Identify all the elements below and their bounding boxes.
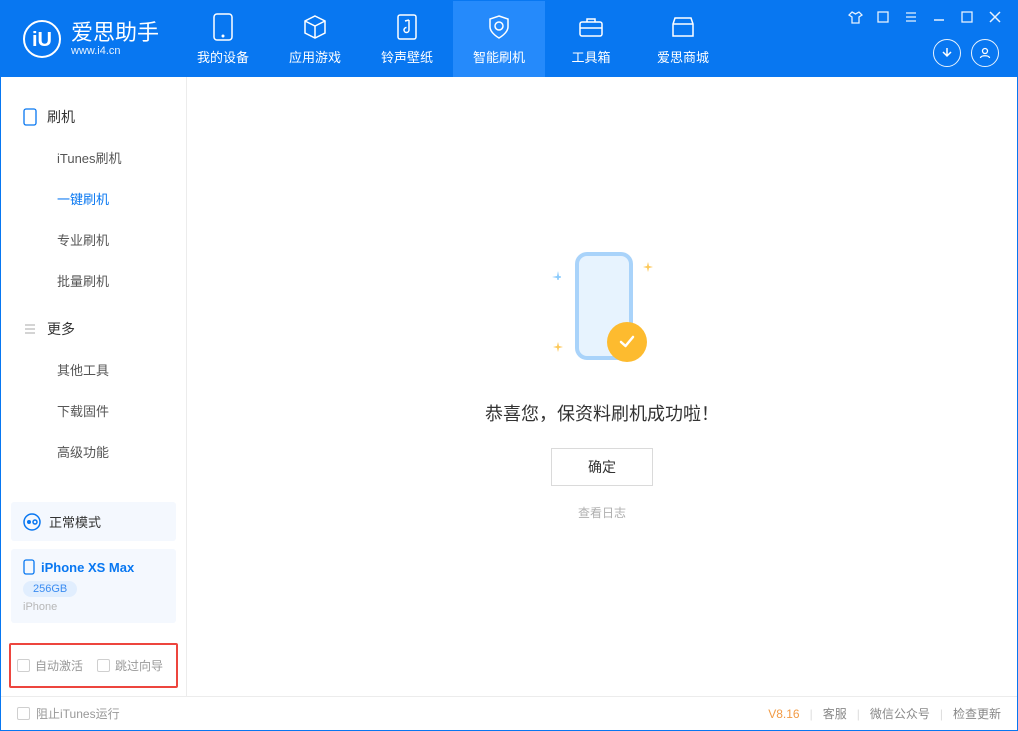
device-icon bbox=[209, 13, 237, 41]
footer: 阻止iTunes运行 V8.16 | 客服 | 微信公众号 | 检查更新 bbox=[1, 696, 1017, 730]
phone-icon bbox=[23, 559, 35, 575]
tab-label: 爱思商城 bbox=[657, 47, 709, 66]
minimize-icon[interactable] bbox=[931, 9, 947, 25]
close-icon[interactable] bbox=[987, 9, 1003, 25]
phone-icon bbox=[23, 108, 37, 126]
group-flash: 刷机 bbox=[1, 97, 186, 137]
brand-url: www.i4.cn bbox=[71, 45, 159, 57]
app-logo: iU 爱思助手 www.i4.cn bbox=[1, 20, 177, 58]
success-message: 恭喜您，保资料刷机成功啦！ bbox=[485, 400, 719, 426]
logo-icon: iU bbox=[23, 20, 61, 58]
tab-label: 铃声壁纸 bbox=[381, 47, 433, 66]
tab-ringtones[interactable]: 铃声壁纸 bbox=[361, 1, 453, 77]
cube-icon bbox=[301, 13, 329, 41]
checkbox-icon bbox=[97, 659, 110, 672]
view-log-link[interactable]: 查看日志 bbox=[578, 504, 626, 521]
sidebar-item-oneclick[interactable]: 一键刷机 bbox=[1, 178, 186, 219]
tab-label: 应用游戏 bbox=[289, 47, 341, 66]
menu-icon[interactable] bbox=[903, 9, 919, 25]
list-icon bbox=[23, 322, 37, 336]
success-illustration bbox=[547, 252, 657, 382]
group-label: 刷机 bbox=[47, 107, 75, 127]
sidebar: 刷机 iTunes刷机 一键刷机 专业刷机 批量刷机 更多 其他工具 下载固件 … bbox=[1, 77, 187, 696]
tab-toolbox[interactable]: 工具箱 bbox=[545, 1, 637, 77]
mode-status[interactable]: 正常模式 bbox=[11, 502, 176, 541]
sidebar-item-fw[interactable]: 下载固件 bbox=[1, 390, 186, 431]
user-icon[interactable] bbox=[971, 39, 999, 67]
checkbox-icon bbox=[17, 659, 30, 672]
checkbox-block-itunes[interactable]: 阻止iTunes运行 bbox=[17, 705, 120, 722]
sidebar-item-adv[interactable]: 高级功能 bbox=[1, 431, 186, 472]
brand-name: 爱思助手 bbox=[71, 21, 159, 45]
version-label: V8.16 bbox=[768, 707, 799, 721]
footer-update[interactable]: 检查更新 bbox=[953, 705, 1001, 722]
sparkle-icon bbox=[553, 342, 563, 352]
checkbox-skip-guide[interactable]: 跳过向导 bbox=[97, 657, 163, 674]
mode-label: 正常模式 bbox=[49, 512, 101, 531]
device-info[interactable]: iPhone XS Max 256GB iPhone bbox=[11, 549, 176, 623]
device-name-label: iPhone XS Max bbox=[41, 560, 134, 575]
download-icon[interactable] bbox=[933, 39, 961, 67]
device-capacity: 256GB bbox=[23, 581, 77, 597]
sidebar-item-batch[interactable]: 批量刷机 bbox=[1, 260, 186, 301]
music-icon bbox=[393, 13, 421, 41]
main-content: 恭喜您，保资料刷机成功啦！ 确定 查看日志 bbox=[187, 77, 1017, 696]
shirt-icon[interactable] bbox=[847, 9, 863, 25]
device-type: iPhone bbox=[23, 601, 164, 613]
ok-button[interactable]: 确定 bbox=[551, 448, 653, 486]
svg-text:iU: iU bbox=[32, 29, 52, 51]
sidebar-item-tools[interactable]: 其他工具 bbox=[1, 349, 186, 390]
check-badge-icon bbox=[607, 322, 647, 362]
checkbox-label: 自动激活 bbox=[35, 657, 83, 674]
store-icon bbox=[669, 13, 697, 41]
rect-icon[interactable] bbox=[875, 9, 891, 25]
mode-icon bbox=[23, 513, 41, 531]
checkbox-auto-activate[interactable]: 自动激活 bbox=[17, 657, 83, 674]
sidebar-item-itunes[interactable]: iTunes刷机 bbox=[1, 137, 186, 178]
tab-my-device[interactable]: 我的设备 bbox=[177, 1, 269, 77]
group-label: 更多 bbox=[47, 319, 75, 339]
sparkle-icon bbox=[551, 270, 561, 280]
sparkle-icon bbox=[643, 262, 653, 272]
tab-label: 智能刷机 bbox=[473, 47, 525, 66]
tab-label: 我的设备 bbox=[197, 47, 249, 66]
tab-store[interactable]: 爱思商城 bbox=[637, 1, 729, 77]
group-more: 更多 bbox=[1, 309, 186, 349]
tab-label: 工具箱 bbox=[572, 47, 611, 66]
tab-flash[interactable]: 智能刷机 bbox=[453, 1, 545, 77]
titlebar: iU 爱思助手 www.i4.cn 我的设备 应用游戏 铃声壁纸 智能刷机 bbox=[1, 1, 1017, 77]
nav-tabs: 我的设备 应用游戏 铃声壁纸 智能刷机 工具箱 爱思商城 bbox=[177, 1, 729, 77]
footer-support[interactable]: 客服 bbox=[823, 705, 847, 722]
checkbox-label: 跳过向导 bbox=[115, 657, 163, 674]
tab-apps[interactable]: 应用游戏 bbox=[269, 1, 361, 77]
options-highlight: 自动激活 跳过向导 bbox=[9, 643, 178, 688]
maximize-icon[interactable] bbox=[959, 9, 975, 25]
sidebar-item-pro[interactable]: 专业刷机 bbox=[1, 219, 186, 260]
footer-wechat[interactable]: 微信公众号 bbox=[870, 705, 930, 722]
toolbox-icon bbox=[577, 13, 605, 41]
checkbox-label: 阻止iTunes运行 bbox=[36, 705, 120, 722]
checkbox-icon bbox=[17, 707, 30, 720]
shield-icon bbox=[485, 13, 513, 41]
